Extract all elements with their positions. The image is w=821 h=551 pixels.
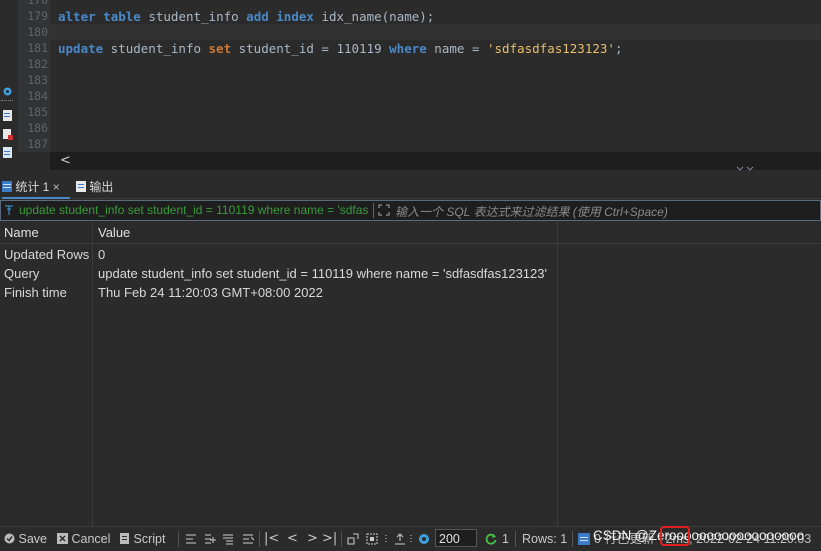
resize-handle-icon[interactable] (736, 166, 756, 172)
line-number: 180 (27, 25, 48, 39)
results-grid[interactable]: Name Value Updated Rows 0 Query update s… (0, 222, 821, 526)
keyword: where (389, 41, 427, 56)
sql-filter-icon (5, 205, 13, 215)
results-tabbar: 统计 1 × 输出 (0, 174, 821, 199)
save-button[interactable]: Save (4, 531, 47, 547)
delete-row-icon[interactable] (242, 533, 254, 545)
row-count: Rows: 1 (522, 532, 568, 546)
refresh-icon[interactable] (485, 533, 497, 545)
sql-editor[interactable]: 178 179 180 181 182 183 184 185 186 187 … (0, 0, 821, 172)
next-page-icon[interactable]: > (307, 531, 318, 547)
prev-page-icon[interactable]: < (287, 531, 298, 547)
link-icon[interactable] (347, 533, 359, 545)
cancel-button[interactable]: Cancel (57, 531, 110, 547)
row-value[interactable]: 0 (98, 245, 105, 264)
format-icon[interactable] (185, 533, 197, 545)
filter-divider (373, 203, 374, 218)
toolbar-separator (178, 531, 179, 547)
tab-output[interactable]: 输出 (76, 177, 113, 197)
fit-icon[interactable] (366, 533, 378, 545)
row-name[interactable]: Finish time (4, 283, 67, 302)
document-text-icon[interactable] (2, 147, 13, 158)
identifier: student_info (103, 41, 209, 56)
script-label: Script (133, 532, 166, 546)
output-icon (76, 181, 86, 192)
line-number: 185 (27, 105, 48, 119)
scroll-left-icon[interactable]: < (60, 153, 71, 168)
watermark-text: CSDN @Zeroooooooooooooooooo (593, 528, 805, 543)
line-number: 182 (27, 57, 48, 71)
close-icon[interactable]: × (53, 180, 60, 194)
identifier: student_id = 110119 (231, 41, 390, 56)
row-value[interactable]: Thu Feb 24 11:20:03 GMT+08:00 2022 (98, 283, 323, 302)
keyword: update (58, 41, 104, 56)
document-icon[interactable] (2, 110, 13, 121)
line-number: 178 (27, 0, 48, 7)
fetch-size-icon[interactable] (418, 533, 430, 545)
identifier: name = (426, 41, 487, 56)
row-value[interactable]: update student_info set student_id = 110… (98, 264, 547, 283)
tab-label: 输出 (89, 180, 114, 194)
first-page-icon[interactable]: |< (264, 531, 279, 547)
refresh-count[interactable]: 1 (502, 531, 509, 547)
identifier: idx_name(name); (313, 9, 435, 24)
tab-stats-1[interactable]: 统计 1 × (2, 177, 70, 199)
column-header-name[interactable]: Name (4, 222, 90, 244)
row-name[interactable]: Updated Rows (4, 245, 89, 264)
code-line-181[interactable]: update student_info set student_id = 110… (58, 41, 622, 57)
toolbar-separator (572, 531, 573, 547)
info-icon (578, 533, 590, 545)
line-number: 187 (27, 137, 48, 151)
row-name[interactable]: Query (4, 264, 39, 283)
line-number-gutter: 178 179 180 181 182 183 184 185 186 187 (18, 0, 50, 152)
cancel-icon (57, 533, 68, 544)
string-literal: 'sdfasdfas123123' (487, 41, 615, 56)
script-icon (120, 533, 129, 544)
line-number: 184 (27, 89, 48, 103)
save-icon (4, 533, 15, 544)
keyword: add (246, 9, 269, 24)
toolbar-separator (1, 100, 13, 101)
toolbar-separator (259, 531, 260, 547)
horizontal-scrollbar[interactable] (50, 152, 821, 170)
tab-label: 统计 1 (15, 180, 50, 194)
identifier: ; (614, 41, 623, 56)
keyword: table (103, 9, 141, 24)
line-number: 186 (27, 121, 48, 135)
cancel-label: Cancel (71, 532, 111, 546)
keyword: alter (58, 9, 96, 24)
last-page-icon[interactable]: >| (322, 531, 337, 547)
toolbar-separator (341, 531, 342, 547)
column-divider (92, 222, 93, 526)
table-icon (2, 181, 12, 192)
filter-placeholder: 输入一个 SQL 表达式来过滤结果 (使用 Ctrl+Space) (395, 205, 668, 219)
line-number: 183 (27, 73, 48, 87)
filter-value: update student_info set student_id = 110… (19, 203, 369, 217)
column-header-value[interactable]: Value (98, 222, 554, 244)
highlight-box (660, 526, 690, 546)
save-label: Save (18, 532, 47, 546)
filter-input[interactable]: update student_info set student_id = 110… (0, 200, 821, 221)
editor-side-toolbar (0, 0, 18, 170)
toolbar-separator (515, 531, 516, 547)
more-icon[interactable] (383, 533, 389, 545)
keyword: set (208, 41, 232, 56)
fetch-size-input[interactable]: 200 (435, 529, 477, 547)
copy-row-icon[interactable] (222, 533, 234, 545)
code-line-179[interactable]: alter table student_info add index idx_n… (58, 9, 434, 25)
line-number: 179 (27, 9, 48, 23)
document-error-icon[interactable] (2, 129, 13, 140)
column-divider (557, 222, 558, 526)
add-row-icon[interactable] (204, 533, 216, 545)
script-button[interactable]: Script (119, 531, 165, 547)
current-line-highlight (50, 24, 821, 40)
expand-icon[interactable] (378, 204, 390, 216)
gear-icon[interactable] (2, 86, 13, 97)
export-icon[interactable] (394, 533, 406, 545)
line-number: 181 (27, 41, 48, 55)
keyword: index (276, 9, 314, 24)
more-icon[interactable] (408, 533, 414, 545)
identifier: student_info (140, 9, 247, 24)
